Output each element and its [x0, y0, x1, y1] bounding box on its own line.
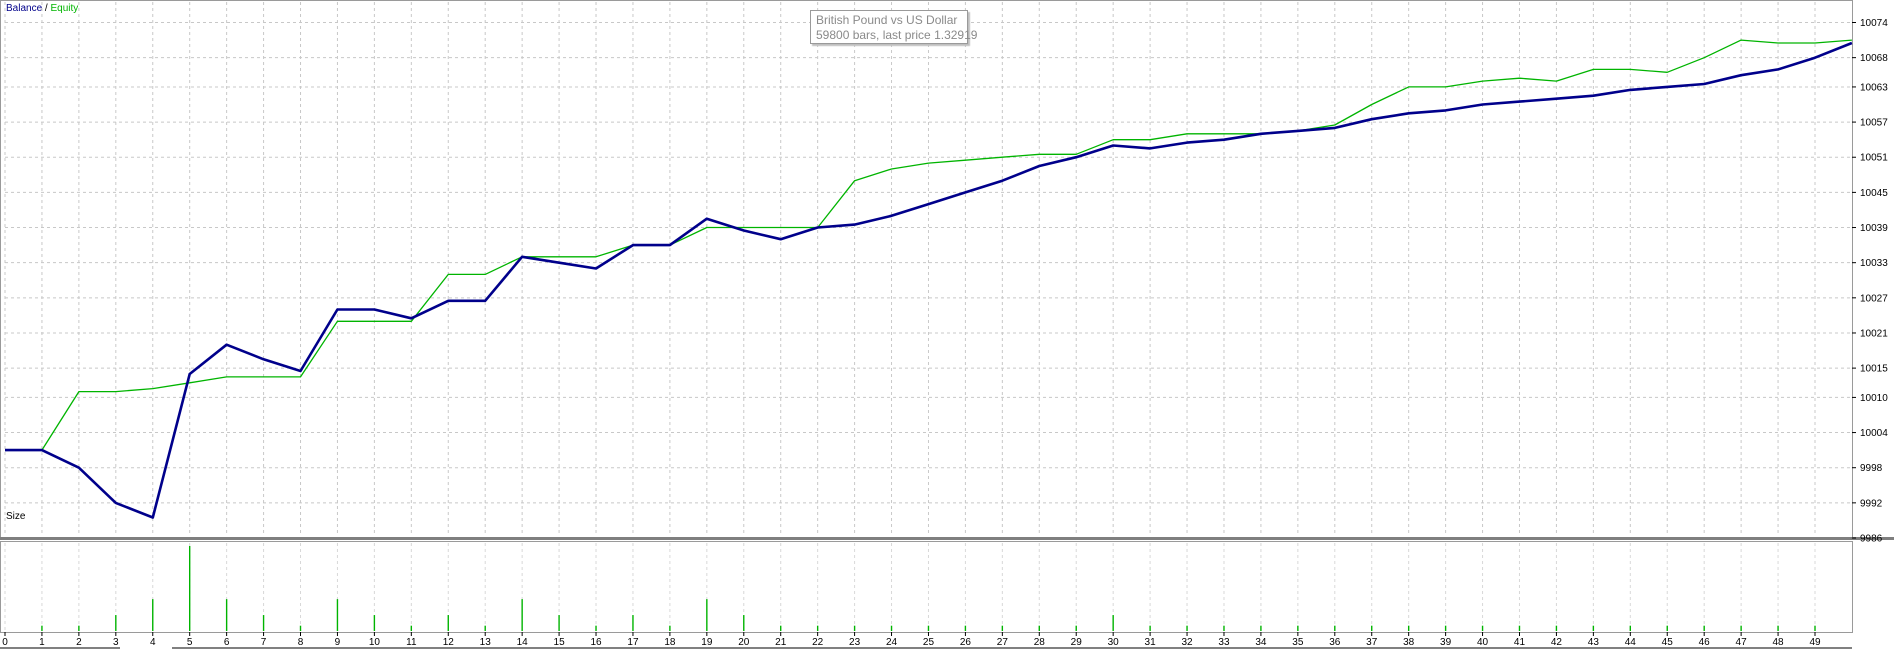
- x-tick-label: 11: [406, 637, 417, 648]
- tooltip-bars-info: 59800 bars, last price 1.32919: [816, 28, 978, 42]
- x-tick-label: 32: [1181, 637, 1193, 648]
- x-tick-label: 26: [960, 637, 972, 648]
- x-tick-label: 16: [590, 637, 602, 648]
- x-tick-label: 29: [1071, 637, 1083, 648]
- y-tick-label: 10015: [1860, 364, 1888, 375]
- y-tick-label: 10039: [1860, 223, 1888, 234]
- x-tick-label: 14: [517, 637, 529, 648]
- x-tick-label: 40: [1477, 637, 1489, 648]
- x-tick-label: 1: [39, 637, 45, 648]
- x-tick-label: 25: [923, 637, 935, 648]
- x-tick-label: 49: [1809, 637, 1821, 648]
- y-tick-label: 10033: [1860, 258, 1888, 269]
- legend-balance: Balance: [6, 3, 43, 14]
- x-tick-label: 42: [1551, 637, 1563, 648]
- x-tick-label: 44: [1625, 637, 1637, 648]
- x-tick-label: 15: [554, 637, 566, 648]
- y-tick-label: 10021: [1860, 328, 1888, 339]
- x-tick-label: 6: [224, 637, 230, 648]
- y-tick-label: 10051: [1860, 153, 1888, 164]
- x-tick-label: 35: [1292, 637, 1304, 648]
- x-tick-label: 22: [812, 637, 824, 648]
- x-tick-label: 13: [480, 637, 492, 648]
- x-tick-label: 23: [849, 637, 861, 648]
- x-tick-label: 45: [1662, 637, 1674, 648]
- x-tick-label: 2: [76, 637, 82, 648]
- y-tick-label: 9986: [1860, 534, 1883, 545]
- x-tick-label: 19: [701, 637, 713, 648]
- x-tick-label: 36: [1329, 637, 1341, 648]
- size-panel-label: Size: [6, 511, 26, 522]
- x-tick-label: 4: [150, 637, 156, 648]
- x-tick-label: 18: [664, 637, 676, 648]
- x-tick-label: 20: [738, 637, 750, 648]
- x-tick-label: 33: [1218, 637, 1230, 648]
- x-tick-label: 48: [1772, 637, 1784, 648]
- symbol-tooltip: British Pound vs US Dollar 59800 bars, l…: [810, 10, 978, 44]
- x-tick-label: 10: [369, 637, 381, 648]
- x-tick-label: 27: [997, 637, 1009, 648]
- y-tick-label: 10027: [1860, 293, 1888, 304]
- y-tick-label: 10068: [1860, 53, 1888, 64]
- y-tick-label: 10004: [1860, 428, 1888, 439]
- legend-equity: Equity: [50, 3, 79, 14]
- x-tick-label: 17: [627, 637, 639, 648]
- x-tick-label: 34: [1255, 637, 1267, 648]
- y-tick-label: 10074: [1860, 18, 1888, 29]
- x-tick-label: 21: [775, 637, 787, 648]
- strategy-tester-graph: 10074 10068 10063 10057 10051 10045 10039 10033…: [0, 0, 1894, 650]
- x-tick-label: 9: [335, 637, 341, 648]
- x-tick-label: 38: [1403, 637, 1415, 648]
- y-tick-label: 10063: [1860, 82, 1888, 93]
- y-tick-label: 10057: [1860, 118, 1888, 129]
- x-tick-label: 3: [113, 637, 119, 648]
- y-tick-label: 9992: [1860, 498, 1883, 509]
- x-tick-label: 5: [187, 637, 193, 648]
- x-tick-label: 37: [1366, 637, 1378, 648]
- x-tick-label: 46: [1699, 637, 1711, 648]
- panel-separator: [0, 537, 1894, 540]
- size-panel-frame: [0, 541, 1853, 633]
- tooltip-symbol-name: British Pound vs US Dollar: [816, 13, 958, 27]
- y-tick-label: 10045: [1860, 188, 1888, 199]
- x-tick-label: 7: [261, 637, 267, 648]
- x-tick-label: 12: [443, 637, 455, 648]
- x-tick-label: 31: [1145, 637, 1157, 648]
- x-tick-label: 30: [1108, 637, 1120, 648]
- chart-legend: Balance / Equity: [6, 3, 78, 14]
- main-panel-frame: [0, 0, 1853, 539]
- x-tick-label: 8: [298, 637, 304, 648]
- x-tick-label: 43: [1588, 637, 1600, 648]
- x-tick-label: 28: [1034, 637, 1046, 648]
- chart-canvas: 1007410068100631005710051100451003910033…: [0, 0, 1894, 649]
- x-tick-label: 39: [1440, 637, 1452, 648]
- x-tick-label: 47: [1736, 637, 1748, 648]
- x-tick-label: 41: [1514, 637, 1526, 648]
- x-tick-label: 0: [2, 637, 8, 648]
- y-tick-label: 9998: [1860, 463, 1883, 474]
- y-tick-label: 10010: [1860, 393, 1888, 404]
- x-tick-label: 24: [886, 637, 898, 648]
